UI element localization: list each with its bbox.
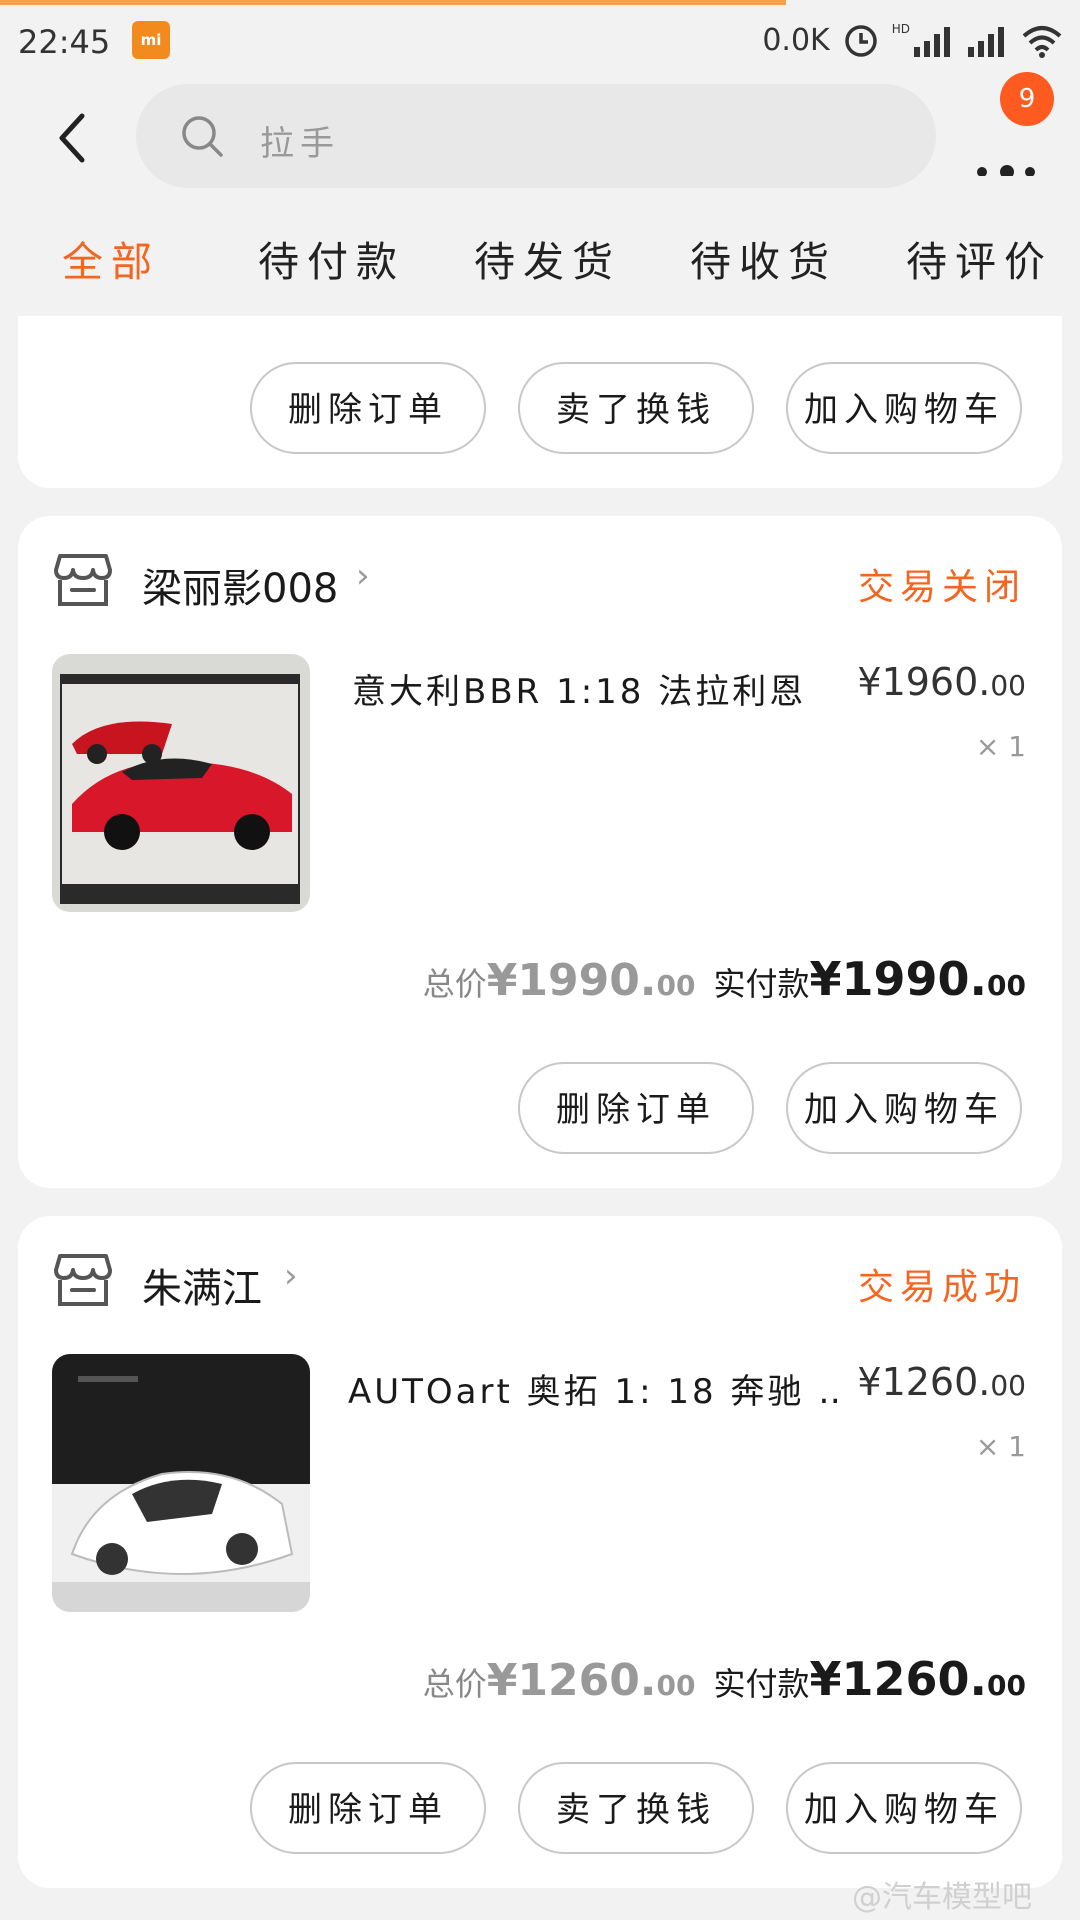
sell-for-cash-button[interactable]: 卖了换钱	[518, 362, 754, 454]
product-quantity: × 1	[975, 730, 1026, 763]
delete-order-button[interactable]: 删除订单	[518, 1062, 754, 1154]
order-status: 交易成功	[857, 1267, 1026, 1308]
network-speed: 0.0K	[762, 23, 830, 58]
total-value: ¥1990.	[486, 955, 657, 1006]
tab-all[interactable]: 全部	[62, 228, 160, 288]
order-status: 交易关闭	[857, 567, 1026, 608]
total-value: ¥1260.	[486, 1655, 657, 1706]
paid-decimal: 00	[987, 1669, 1026, 1702]
store-icon	[54, 554, 112, 606]
chevron-right-icon[interactable]: ›	[284, 1256, 298, 1296]
more-icon[interactable]	[970, 116, 1060, 176]
product-image[interactable]	[52, 1354, 310, 1612]
delete-order-button[interactable]: 删除订单	[250, 1762, 486, 1854]
store-icon	[54, 1254, 112, 1306]
product-price: ¥1260.00	[857, 1360, 1026, 1404]
status-time: 22:45	[18, 23, 111, 61]
alarm-icon	[844, 24, 877, 57]
hd-label: HD	[891, 21, 910, 36]
product-title[interactable]: 意大利BBR 1:18 法拉利恩 …	[352, 664, 822, 713]
product-image[interactable]	[52, 654, 310, 912]
delete-order-button[interactable]: 删除订单	[250, 362, 486, 454]
signal-icon-1	[914, 26, 950, 57]
order-tabs: 全部 待付款 待发货 待收货 待评价	[0, 228, 1080, 308]
product-price: ¥1960.00	[857, 660, 1026, 704]
back-icon[interactable]	[48, 108, 98, 168]
total-label: 总价	[422, 1665, 487, 1703]
chevron-right-icon[interactable]: ›	[356, 556, 370, 596]
tab-pending-receipt[interactable]: 待收货	[690, 228, 837, 288]
paid-label: 实付款	[713, 965, 810, 1003]
total-label: 总价	[422, 965, 487, 1003]
search-placeholder: 拉手	[260, 124, 340, 164]
product-quantity: × 1	[975, 1430, 1026, 1463]
order-card: 删除订单 卖了换钱 加入购物车	[18, 316, 1062, 488]
tab-pending-shipment[interactable]: 待发货	[474, 228, 621, 288]
order-totals: 总价 ¥1990. 00 实付款 ¥1990. 00	[423, 952, 1026, 1006]
paid-label: 实付款	[713, 1665, 810, 1703]
paid-value: ¥1990.	[809, 952, 988, 1006]
shop-name[interactable]: 朱满江	[142, 1256, 262, 1314]
wifi-icon	[1022, 25, 1062, 58]
paid-value: ¥1260.	[809, 1652, 988, 1706]
order-card: 朱满江 › 交易成功 AUTOart 奥拓 1: 18 奔驰 … ¥1260.0…	[18, 1216, 1062, 1888]
order-totals: 总价 ¥1260. 00 实付款 ¥1260. 00	[423, 1652, 1026, 1706]
notification-badge[interactable]: 9	[1000, 72, 1054, 126]
watermark: @汽车模型吧	[852, 1880, 1032, 1915]
search-bar[interactable]: 拉手	[136, 84, 936, 188]
add-to-cart-button[interactable]: 加入购物车	[786, 362, 1022, 454]
mi-app-icon: mi	[132, 21, 170, 59]
status-bar: 22:45 mi 0.0K HD	[0, 5, 1080, 77]
total-decimal: 00	[656, 969, 696, 1002]
total-decimal: 00	[656, 1669, 696, 1702]
product-title[interactable]: AUTOart 奥拓 1: 18 奔驰 …	[348, 1364, 844, 1413]
tab-pending-payment[interactable]: 待付款	[258, 228, 405, 288]
sell-for-cash-button[interactable]: 卖了换钱	[518, 1762, 754, 1854]
order-card: 梁丽影008 › 交易关闭 意大利BBR 1:18 法拉利恩 … ¥1960.0…	[18, 516, 1062, 1188]
shop-name[interactable]: 梁丽影008	[142, 556, 338, 614]
add-to-cart-button[interactable]: 加入购物车	[786, 1762, 1022, 1854]
tab-pending-review[interactable]: 待评价	[906, 228, 1053, 288]
status-right: 0.0K HD	[762, 21, 1062, 58]
paid-decimal: 00	[987, 969, 1026, 1002]
search-icon	[182, 116, 223, 157]
add-to-cart-button[interactable]: 加入购物车	[786, 1062, 1022, 1154]
signal-icon-2	[968, 26, 1004, 57]
header: 拉手	[0, 78, 1080, 198]
